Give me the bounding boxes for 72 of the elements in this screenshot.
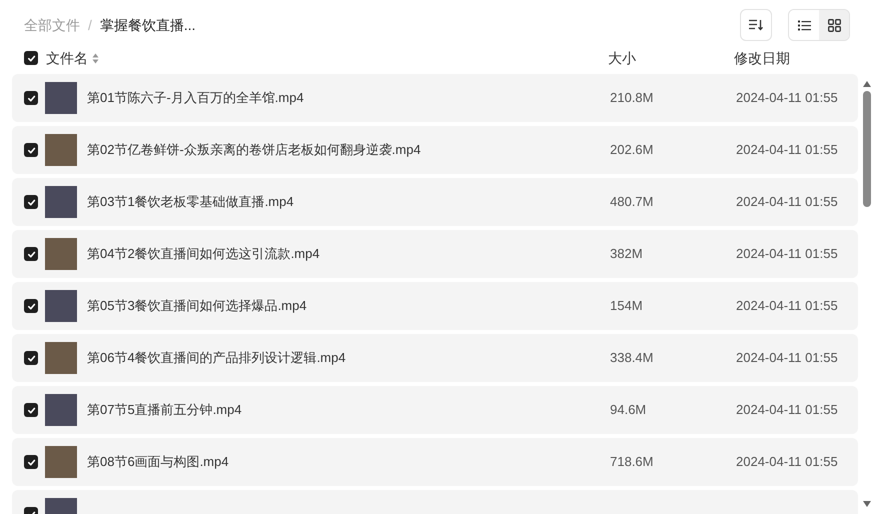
grid-icon	[828, 18, 840, 32]
checkbox[interactable]	[24, 299, 38, 313]
modified-date: 2024-04-11 01:55	[736, 193, 839, 212]
video-thumbnail	[45, 238, 77, 270]
file-row[interactable]: 第08节6画面与构图.mp4 718.6M 2024-04-11 01:55	[12, 438, 858, 486]
check-icon	[26, 302, 36, 310]
checkbox[interactable]	[24, 351, 38, 365]
check-icon	[26, 54, 36, 62]
file-size: 382M	[610, 245, 644, 264]
checkbox[interactable]	[24, 91, 38, 105]
video-thumbnail	[45, 290, 77, 322]
check-icon	[26, 198, 36, 206]
sort-arrows-icon	[92, 52, 99, 64]
column-header[interactable]: 文件名	[46, 48, 88, 68]
check-icon	[26, 458, 36, 466]
modified-date: 2024-04-11 01:55	[736, 89, 839, 108]
scrollbar-thumb[interactable]	[863, 91, 871, 207]
view-toggle-button[interactable]	[819, 10, 849, 40]
scroll-up-icon[interactable]	[863, 81, 871, 87]
sort-button[interactable]	[740, 9, 772, 41]
column-header[interactable]: 修改日期	[734, 48, 858, 68]
file-size: 210.8M	[610, 89, 654, 108]
breadcrumb-separator: /	[88, 16, 92, 34]
checkbox[interactable]	[24, 247, 38, 261]
checkbox[interactable]	[24, 51, 38, 65]
file-name: 第03节1餐饮老板零基础做直播.mp4	[87, 193, 294, 212]
file-row[interactable]: 第06节4餐饮直播间的产品排列设计逻辑.mp4 338.4M 2024-04-11 01:55	[12, 334, 858, 382]
video-thumbnail	[45, 82, 77, 114]
scroll-down-icon[interactable]	[863, 501, 871, 507]
file-size: 480.7M	[610, 193, 654, 212]
file-name: 第02节亿卷鲜饼-众叛亲离的卷饼店老板如何翻身逆袭.mp4	[87, 141, 421, 160]
checkbox[interactable]	[24, 455, 38, 469]
check-icon	[26, 94, 36, 102]
file-name: 第04节2餐饮直播间如何选这引流款.mp4	[87, 245, 320, 264]
file-row[interactable]: 第04节2餐饮直播间如何选这引流款.mp4 382M 2024-04-11 01:55	[12, 230, 858, 278]
column-header[interactable]: 大小	[608, 48, 734, 68]
video-thumbnail	[45, 342, 77, 374]
file-name: 第07节5直播前五分钟.mp4	[87, 401, 242, 420]
file-row[interactable]: 第07节5直播前五分钟.mp4 94.6M 2024-04-11 01:55	[12, 386, 858, 434]
video-thumbnail	[45, 446, 77, 478]
checkbox[interactable]	[24, 195, 38, 209]
file-row[interactable]: 第05节3餐饮直播间如何选择爆品.mp4 154M 2024-04-11 01:55	[12, 282, 858, 330]
file-name: 第06节4餐饮直播间的产品排列设计逻辑.mp4	[87, 349, 346, 368]
check-icon	[26, 354, 36, 362]
file-size: 718.6M	[610, 453, 654, 472]
file-size: 94.6M	[610, 401, 648, 420]
checkbox[interactable]	[24, 143, 38, 157]
modified-date: 2024-04-11 01:55	[736, 297, 839, 316]
list-icon	[798, 20, 810, 30]
file-name: 第08节6画面与构图.mp4	[87, 453, 229, 472]
file-name: 第01节陈六子-月入百万的全羊馆.mp4	[87, 89, 304, 108]
sort-icon	[749, 19, 763, 31]
video-thumbnail	[45, 186, 77, 218]
file-row[interactable]: 第01节陈六子-月入百万的全羊馆.mp4 210.8M 2024-04-11 01:55	[12, 74, 858, 122]
check-icon	[26, 406, 36, 414]
modified-date: 2024-04-11 01:55	[736, 245, 839, 264]
video-thumbnail	[45, 134, 77, 166]
file-name: 第05节3餐饮直播间如何选择爆品.mp4	[87, 297, 307, 316]
check-icon	[26, 146, 36, 154]
video-thumbnail	[45, 394, 77, 426]
modified-date: 2024-04-11 01:55	[736, 401, 839, 420]
file-size: 154M	[610, 297, 644, 316]
checkbox[interactable]	[24, 403, 38, 417]
modified-date: 2024-04-11 01:55	[736, 349, 839, 368]
breadcrumb-item[interactable]: 掌握餐饮直播...	[100, 14, 196, 36]
modified-date: 2024-04-11 01:55	[736, 453, 839, 472]
file-size: 338.4M	[610, 349, 654, 368]
modified-date: 2024-04-11 01:55	[736, 141, 839, 160]
check-icon	[26, 250, 36, 258]
file-row[interactable]: 第02节亿卷鲜饼-众叛亲离的卷饼店老板如何翻身逆袭.mp4 202.6M 2024-04-11 01:55	[12, 126, 858, 174]
file-row[interactable]: 第03节1餐饮老板零基础做直播.mp4 480.7M 2024-04-11 01:55	[12, 178, 858, 226]
file-size: 202.6M	[610, 141, 654, 160]
